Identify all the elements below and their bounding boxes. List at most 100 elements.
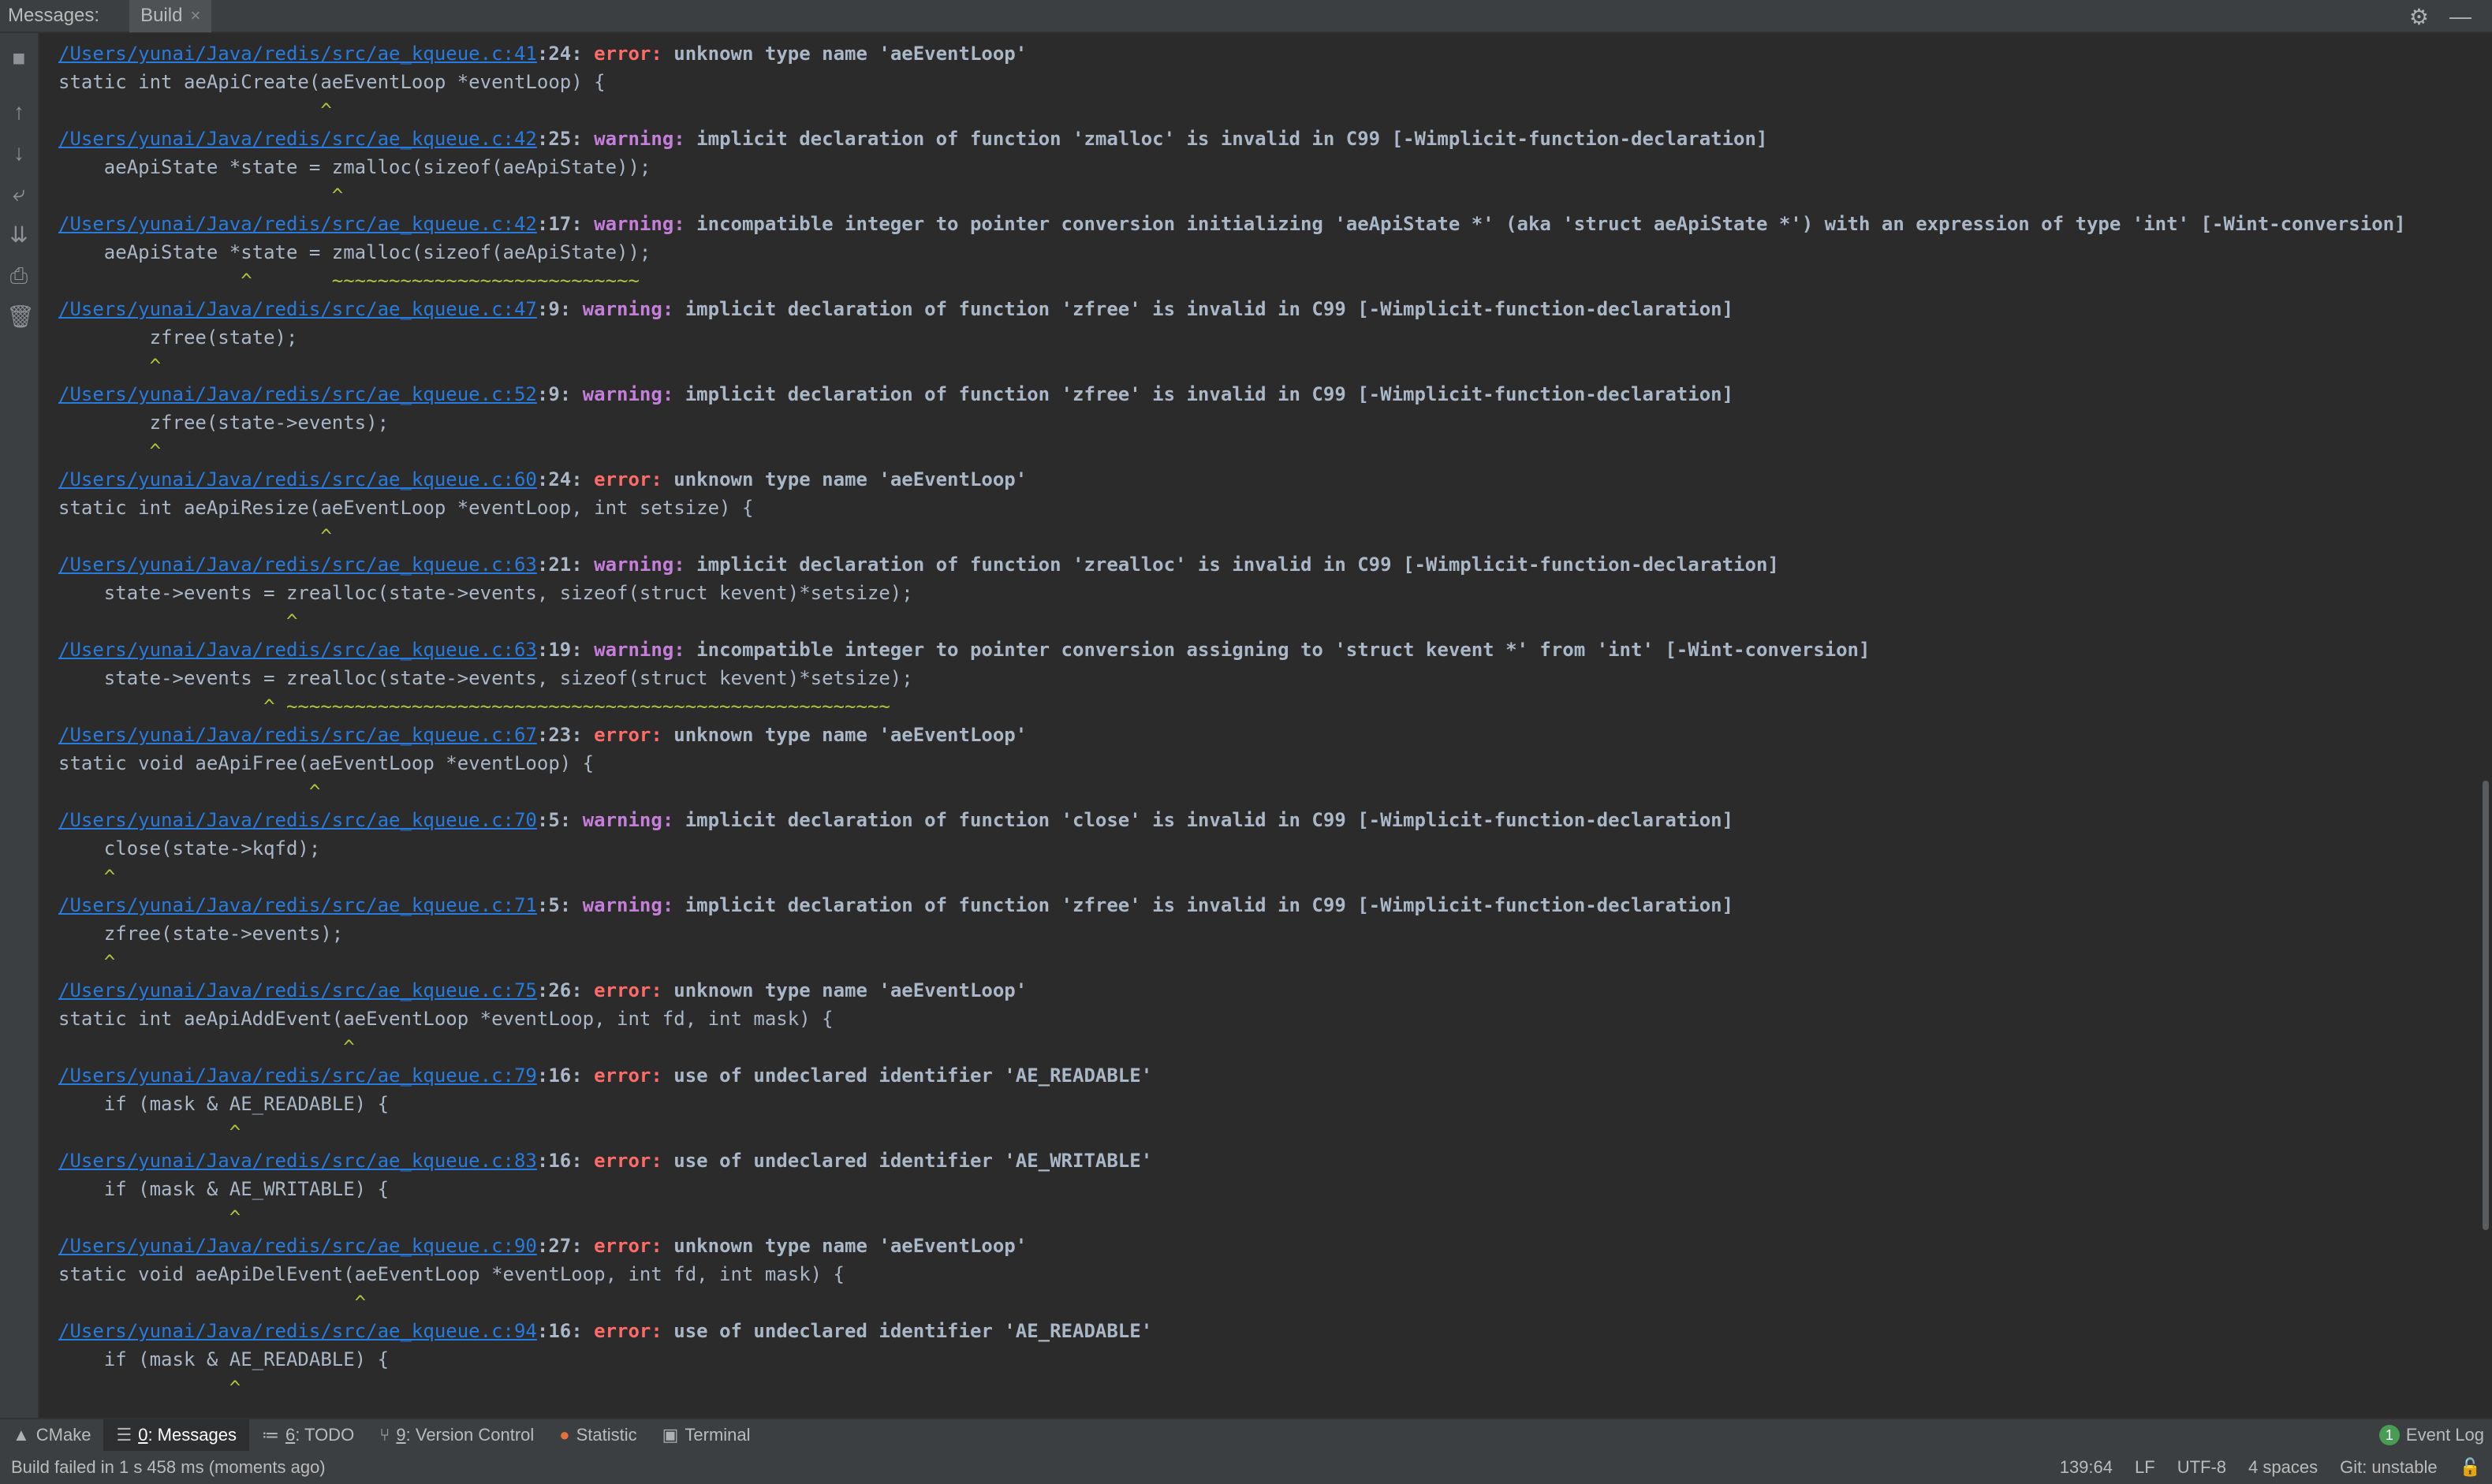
tab-messages[interactable]: ☰ 0 : Messages	[103, 1419, 249, 1451]
source-link[interactable]: /Users/yunai/Java/redis/src/ae_kqueue.c:…	[58, 213, 537, 235]
trash-icon[interactable]: 🗑	[6, 304, 35, 330]
git-branch[interactable]: Git: unstable	[2340, 1457, 2438, 1478]
source-link[interactable]: /Users/yunai/Java/redis/src/ae_kqueue.c:…	[58, 724, 537, 746]
message-text: implicit declaration of function 'zfree'…	[673, 298, 1734, 320]
tab-build[interactable]: Build ×	[129, 0, 212, 32]
file-encoding[interactable]: UTF-8	[2177, 1457, 2226, 1478]
source-link[interactable]: /Users/yunai/Java/redis/src/ae_kqueue.c:…	[58, 468, 537, 490]
error-label: error:	[594, 724, 662, 746]
console-message: /Users/yunai/Java/redis/src/ae_kqueue.c:…	[41, 721, 2470, 749]
source-position: :27:	[536, 1235, 595, 1257]
tab-statistic[interactable]: ● Statistic	[547, 1419, 649, 1451]
source-position: :16:	[536, 1150, 595, 1172]
code-snippet: zfree(state->events);	[58, 412, 390, 434]
warning-label: warning:	[594, 128, 685, 150]
caret-marker: ^ ~~~~~~~~~~~~~~~~~~~~~~~~~~~	[58, 270, 640, 292]
down-icon[interactable]: ↓	[6, 140, 32, 166]
warning-label: warning:	[582, 383, 674, 405]
indent-setting[interactable]: 4 spaces	[2248, 1457, 2318, 1478]
source-link[interactable]: /Users/yunai/Java/redis/src/ae_kqueue.c:…	[58, 979, 537, 1001]
source-link[interactable]: /Users/yunai/Java/redis/src/ae_kqueue.c:…	[58, 298, 537, 320]
tab-terminal[interactable]: ▣ Terminal	[650, 1419, 763, 1451]
source-link[interactable]: /Users/yunai/Java/redis/src/ae_kqueue.c:…	[58, 554, 537, 576]
warning-label: warning:	[594, 554, 685, 576]
source-link[interactable]: /Users/yunai/Java/redis/src/ae_kqueue.c:…	[58, 383, 537, 405]
messages-header: Messages: Build × ⚙ —	[0, 0, 2492, 33]
error-label: error:	[594, 1065, 662, 1087]
caret-marker: ^ ~~~~~~~~~~~~~~~~~~~~~~~~~~~~~~~~~~~~~~…	[58, 695, 890, 718]
cmake-icon: ▲	[13, 1425, 30, 1445]
message-text: implicit declaration of function 'zmallo…	[685, 128, 1768, 150]
event-log-button[interactable]: 1 Event Log	[2378, 1419, 2484, 1451]
tab-todo-num: 6	[285, 1425, 296, 1445]
error-label: error:	[594, 1235, 662, 1257]
console-message: /Users/yunai/Java/redis/src/ae_kqueue.c:…	[41, 550, 2470, 579]
console-message: /Users/yunai/Java/redis/src/ae_kqueue.c:…	[41, 891, 2470, 919]
error-label: error:	[594, 979, 662, 1001]
message-text: unknown type name 'aeEventLoop'	[662, 43, 1028, 65]
caret-marker: ^	[58, 1292, 367, 1314]
message-text: unknown type name 'aeEventLoop'	[662, 979, 1028, 1001]
caret-position[interactable]: 139:64	[2060, 1457, 2113, 1478]
source-link[interactable]: /Users/yunai/Java/redis/src/ae_kqueue.c:…	[58, 1150, 537, 1172]
code-snippet: state->events = zrealloc(state->events, …	[58, 667, 913, 689]
tab-version-control[interactable]: ⑂ 9 : Version Control	[367, 1419, 547, 1451]
code-snippet: if (mask & AE_WRITABLE) {	[58, 1178, 390, 1200]
code-snippet: zfree(state);	[58, 326, 298, 349]
console-message: /Users/yunai/Java/redis/src/ae_kqueue.c:…	[41, 636, 2470, 664]
caret-marker: ^	[58, 866, 116, 888]
event-log-badge: 1	[2378, 1425, 2400, 1445]
settings-icon[interactable]: ⚙	[2409, 4, 2429, 30]
error-label: error:	[594, 468, 662, 490]
source-position: :24:	[536, 468, 595, 490]
todo-icon: ≔	[261, 1425, 279, 1445]
code-snippet: if (mask & AE_READABLE) {	[58, 1348, 390, 1370]
console-message: /Users/yunai/Java/redis/src/ae_kqueue.c:…	[41, 39, 2470, 68]
code-snippet: static void aeApiDelEvent(aeEventLoop *e…	[58, 1263, 845, 1285]
source-link[interactable]: /Users/yunai/Java/redis/src/ae_kqueue.c:…	[58, 128, 537, 150]
code-snippet: static int aeApiResize(aeEventLoop *even…	[58, 497, 754, 519]
caret-marker: ^	[58, 1206, 241, 1229]
build-console[interactable]: /Users/yunai/Java/redis/src/ae_kqueue.c:…	[41, 33, 2470, 1418]
source-position: :17:	[536, 213, 595, 235]
stop-icon[interactable]: ■	[6, 46, 32, 71]
message-text: implicit declaration of function 'close'…	[673, 809, 1734, 831]
tab-cmake[interactable]: ▲ CMake	[0, 1419, 103, 1451]
code-snippet: static int aeApiAddEvent(aeEventLoop *ev…	[58, 1008, 834, 1030]
source-link[interactable]: /Users/yunai/Java/redis/src/ae_kqueue.c:…	[58, 1320, 537, 1342]
source-link[interactable]: /Users/yunai/Java/redis/src/ae_kqueue.c:…	[58, 639, 537, 661]
caret-marker: ^	[58, 610, 298, 632]
tab-close-icon[interactable]: ×	[190, 6, 200, 26]
message-text: implicit declaration of function 'zfree'…	[673, 894, 1734, 916]
lock-icon[interactable]: 🔓	[2460, 1457, 2481, 1478]
statistic-icon: ●	[559, 1425, 570, 1445]
caret-marker: ^	[58, 1036, 355, 1058]
branch-icon: ⑂	[379, 1425, 390, 1445]
source-link[interactable]: /Users/yunai/Java/redis/src/ae_kqueue.c:…	[58, 1235, 537, 1257]
minimize-icon[interactable]: —	[2449, 4, 2471, 29]
console-message: /Users/yunai/Java/redis/src/ae_kqueue.c:…	[41, 125, 2470, 153]
console-line-partial	[41, 33, 2470, 39]
source-link[interactable]: /Users/yunai/Java/redis/src/ae_kqueue.c:…	[58, 1065, 537, 1087]
code-snippet: state->events = zrealloc(state->events, …	[58, 582, 913, 604]
source-link[interactable]: /Users/yunai/Java/redis/src/ae_kqueue.c:…	[58, 43, 537, 65]
scrollbar[interactable]	[2483, 781, 2489, 1230]
source-position: :25:	[536, 128, 595, 150]
code-snippet: zfree(state->events);	[58, 923, 344, 945]
message-text: incompatible integer to pointer conversi…	[685, 213, 2406, 235]
message-text: implicit declaration of function 'zreall…	[685, 554, 1779, 576]
scroll-end-icon[interactable]: ⇊	[6, 222, 32, 248]
tab-cmake-label: CMake	[35, 1425, 91, 1445]
line-separator[interactable]: LF	[2135, 1457, 2155, 1478]
print-icon[interactable]: ⎙	[6, 263, 32, 289]
up-icon[interactable]: ↑	[6, 99, 32, 125]
source-link[interactable]: /Users/yunai/Java/redis/src/ae_kqueue.c:…	[58, 894, 537, 916]
soft-wrap-icon[interactable]: ⤶	[6, 181, 32, 207]
caret-marker: ^	[58, 525, 332, 547]
messages-icon: ☰	[116, 1425, 132, 1445]
console-message: /Users/yunai/Java/redis/src/ae_kqueue.c:…	[41, 1317, 2470, 1345]
caret-marker: ^	[58, 1377, 241, 1399]
source-link[interactable]: /Users/yunai/Java/redis/src/ae_kqueue.c:…	[58, 809, 537, 831]
bottom-tool-tabs: ▲ CMake ☰ 0 : Messages ≔ 6 : TODO ⑂ 9 : …	[0, 1418, 2492, 1451]
tab-todo[interactable]: ≔ 6 : TODO	[249, 1419, 367, 1451]
